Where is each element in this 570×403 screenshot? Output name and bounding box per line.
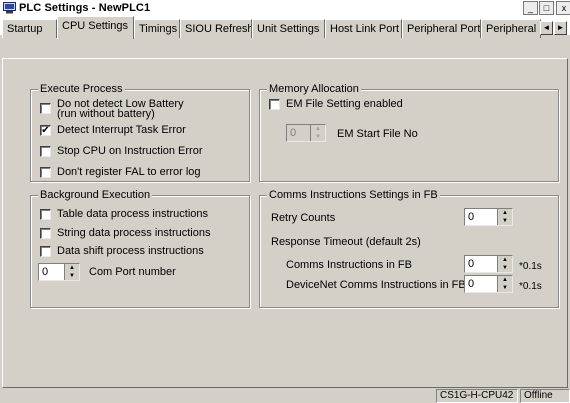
check-icon[interactable]: ✔	[40, 125, 51, 136]
status-model: CS1G-H-CPU42	[436, 389, 518, 403]
checkbox-label-line2: (run without battery)	[57, 108, 155, 120]
checkbox-label: Stop CPU on Instruction Error	[57, 145, 203, 157]
spin-up-icon[interactable]: ▲	[498, 209, 512, 217]
devicenet-in-fb-spinner[interactable]: 0 ▲ ▼	[464, 275, 513, 293]
plc-app-icon	[3, 2, 16, 14]
checkbox-box[interactable]	[40, 228, 51, 239]
checkbox-box[interactable]	[40, 146, 51, 157]
checkbox-box[interactable]	[269, 99, 280, 110]
com-port-value[interactable]: 0	[42, 266, 48, 278]
execute-process-group: Execute Process Do not detect Low Batter…	[30, 83, 250, 182]
tab-host-link-port[interactable]: Host Link Port	[325, 19, 402, 38]
spin-up-icon: ▲	[315, 126, 321, 132]
spin-arrows[interactable]: ▲ ▼	[497, 209, 512, 225]
checkbox-label: Table data process instructions	[57, 208, 209, 220]
checkbox-label: Data shift process instructions	[57, 245, 204, 257]
tab-peripheral-port[interactable]: Peripheral Port	[402, 19, 481, 38]
plc-settings-window: PLC Settings - NewPLC1 _ □ x File Option…	[0, 0, 570, 403]
com-port-label: Com Port number	[89, 266, 176, 278]
em-start-file-value: 0	[290, 127, 297, 139]
spin-arrows[interactable]: ▲ ▼	[497, 276, 512, 292]
retry-counts-label: Retry Counts	[271, 212, 336, 224]
tab-cpu-settings[interactable]: CPU Settings	[57, 16, 134, 39]
comms-in-fb-spinner[interactable]: 0 ▲ ▼	[464, 255, 513, 273]
maximize-button[interactable]: □	[539, 1, 554, 15]
checkbox-box[interactable]	[40, 246, 51, 257]
spin-arrows: ▲ ▼	[310, 125, 325, 141]
spin-up-icon[interactable]: ▲	[498, 256, 512, 264]
memory-allocation-group: Memory Allocation EM File Setting enable…	[259, 83, 559, 182]
tab-startup[interactable]: Startup	[2, 19, 57, 38]
checkbox-box[interactable]	[40, 167, 51, 178]
execute-process-title: Execute Process	[38, 83, 125, 95]
retry-counts-value[interactable]: 0	[468, 211, 474, 223]
spin-down-icon: ▼	[315, 134, 321, 140]
memory-allocation-title: Memory Allocation	[267, 83, 361, 95]
checkbox-box[interactable]	[40, 103, 51, 114]
spin-arrows[interactable]: ▲ ▼	[64, 264, 79, 280]
tab-scroll-left-icon[interactable]: ◄	[540, 21, 553, 35]
tab-scroll-right-icon[interactable]: ►	[554, 21, 567, 35]
checkbox-label: String data process instructions	[57, 227, 211, 239]
checkbox-label: Detect Interrupt Task Error	[57, 124, 186, 136]
spin-up-icon[interactable]: ▲	[498, 276, 512, 284]
response-timeout-label: Response Timeout (default 2s)	[271, 236, 421, 248]
em-start-file-spinner: 0 ▲ ▼	[286, 124, 326, 142]
comms-in-fb-value[interactable]: 0	[468, 258, 474, 270]
comms-in-fb-unit: *0.1s	[519, 261, 542, 272]
em-start-file-label: EM Start File No	[337, 128, 418, 140]
status-state: Offline	[520, 389, 570, 403]
comms-instructions-title: Comms Instructions Settings in FB	[267, 189, 440, 201]
checkbox-box[interactable]	[40, 209, 51, 220]
comms-in-fb-label: Comms Instructions in FB	[286, 259, 412, 271]
status-bar: CS1G-H-CPU42 Offline	[0, 389, 570, 403]
background-execution-title: Background Execution	[38, 189, 153, 201]
comms-instructions-group: Comms Instructions Settings in FB Retry …	[259, 189, 559, 308]
tab-unit-settings[interactable]: Unit Settings	[252, 19, 325, 38]
checkbox-label: EM File Setting enabled	[286, 98, 403, 110]
spin-down-icon[interactable]: ▼	[498, 264, 512, 272]
retry-counts-spinner[interactable]: 0 ▲ ▼	[464, 208, 513, 226]
devicenet-in-fb-value[interactable]: 0	[468, 278, 474, 290]
com-port-spinner[interactable]: 0 ▲ ▼	[38, 263, 80, 281]
spin-arrows[interactable]: ▲ ▼	[497, 256, 512, 272]
window-title: PLC Settings - NewPLC1	[19, 2, 151, 14]
spin-down-icon[interactable]: ▼	[498, 217, 512, 225]
spin-down-icon[interactable]: ▼	[65, 272, 79, 280]
minimize-button[interactable]: _	[523, 1, 538, 15]
tab-siou-refresh[interactable]: SIOU Refresh	[180, 19, 252, 38]
tab-peripheral-s[interactable]: Peripheral S	[481, 19, 541, 38]
devicenet-in-fb-unit: *0.1s	[519, 281, 542, 292]
background-execution-group: Background Execution Table data process …	[30, 189, 250, 308]
tab-timings[interactable]: Timings	[134, 19, 180, 38]
spin-up-icon[interactable]: ▲	[65, 264, 79, 272]
spin-down-icon[interactable]: ▼	[498, 284, 512, 292]
devicenet-in-fb-label: DeviceNet Comms Instructions in FB	[286, 279, 466, 291]
checkbox-label: Don't register FAL to error log	[57, 166, 201, 178]
close-button[interactable]: x	[556, 1, 570, 15]
